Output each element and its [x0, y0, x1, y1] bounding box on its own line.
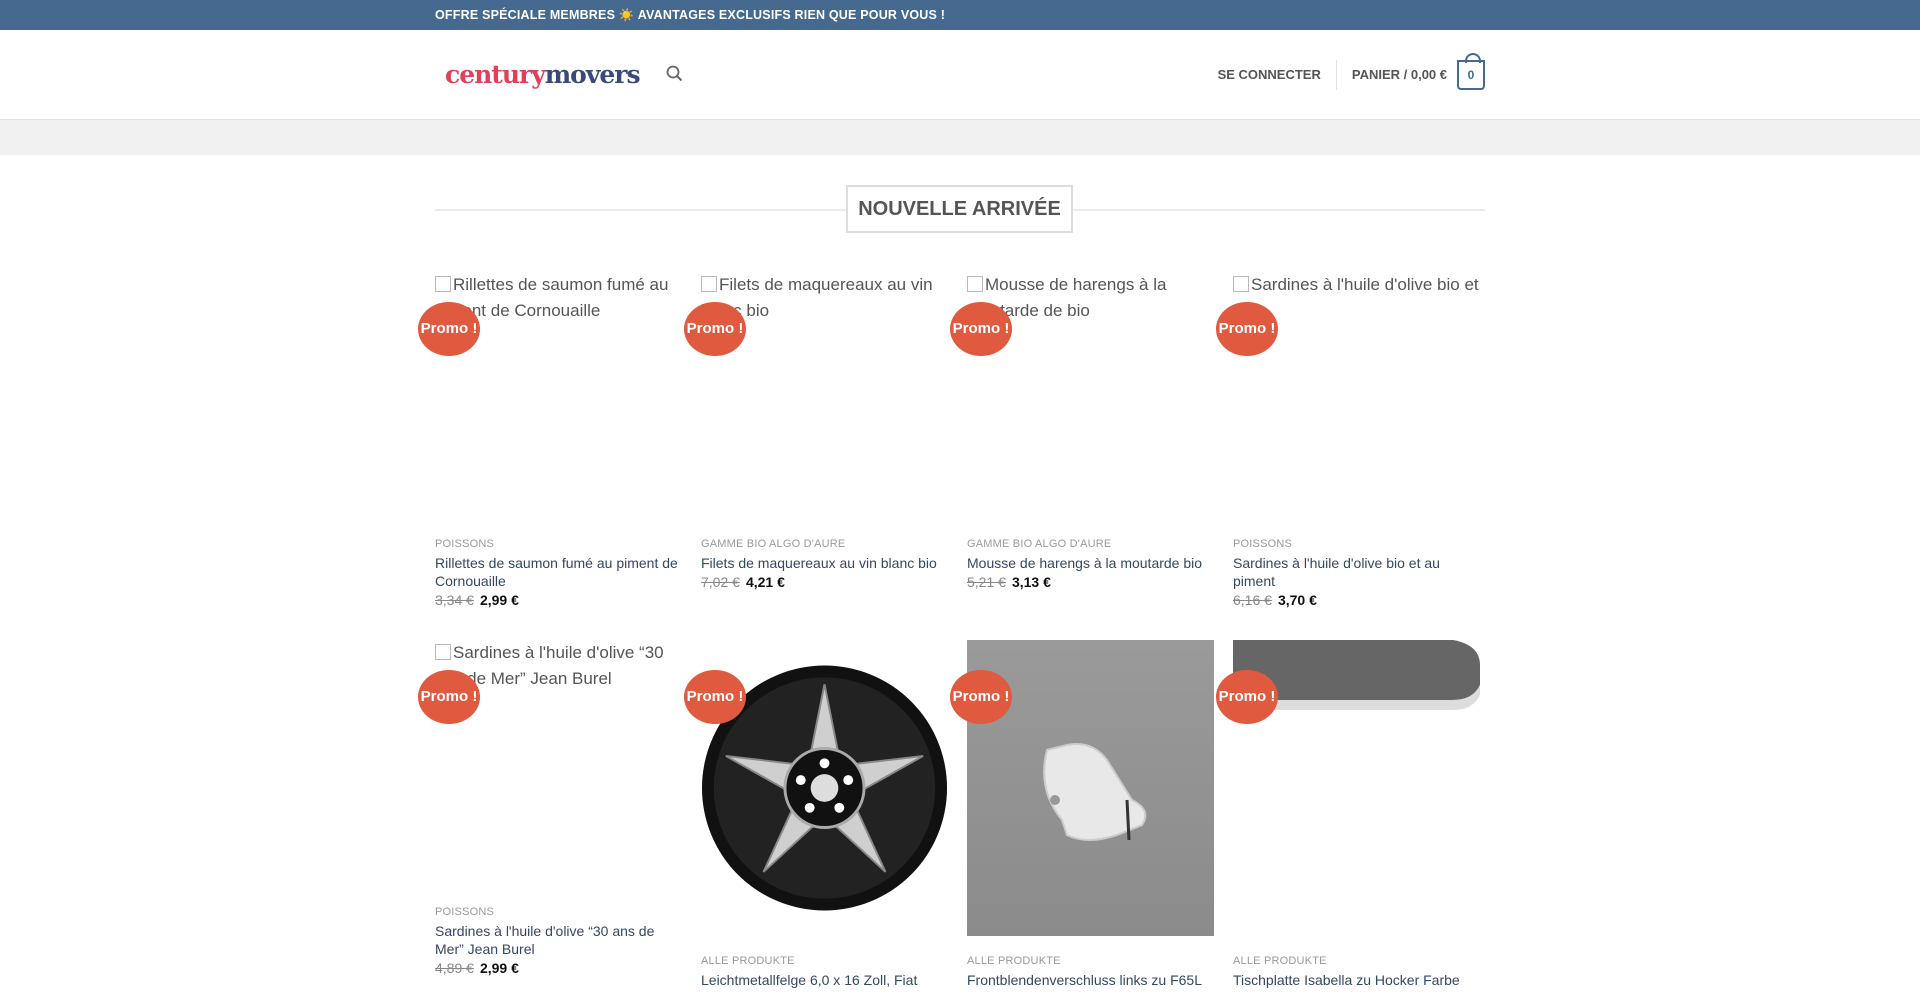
product-grid: Rillettes de saumon fumé au piment de Co… [418, 272, 1495, 993]
cart-link[interactable]: PANIER / 0,00 € [1337, 60, 1447, 90]
product-name[interactable]: Leichtmetallfelge 6,0 x 16 Zoll, Fiat Du… [701, 971, 947, 993]
product-card[interactable]: Sardines à l'huile d'olive “30 ans de Me… [418, 640, 691, 993]
cart-count-icon[interactable]: 0 [1457, 53, 1485, 90]
product-card[interactable]: Sardines à l'huile d'olive bio et au Pro… [1216, 272, 1489, 640]
product-name[interactable]: Sardines à l'huile d'olive bio et au pim… [1233, 554, 1479, 590]
product-card[interactable]: Promo ! ALLE PRODUKTE Frontblendenversch… [950, 640, 1223, 993]
sale-price: 2,99 € [479, 592, 519, 608]
product-category[interactable]: GAMME BIO ALGO D'AURE [967, 538, 1213, 550]
promo-badge: Promo ! [418, 302, 480, 356]
broken-image-icon [967, 276, 983, 292]
product-price: 5,21 € 3,13 € [967, 574, 1213, 590]
topbar-text: OFFRE SPÉCIALE MEMBRES ☀️ AVANTAGES EXCL… [435, 8, 946, 22]
product-name[interactable]: Tischplatte Isabella zu Hocker Farbe dun… [1233, 971, 1479, 993]
logo-part-1: century [445, 60, 546, 89]
section-title: NOUVELLE ARRIVÉE [846, 185, 1073, 233]
product-category[interactable]: POISSONS [1233, 538, 1479, 550]
product-name[interactable]: Frontblendenverschluss links zu F65L Tit… [967, 971, 1213, 993]
login-link[interactable]: SE CONNECTER [1218, 60, 1337, 90]
product-category[interactable]: ALLE PRODUKTE [1233, 955, 1479, 967]
product-category[interactable]: POISSONS [435, 538, 681, 550]
product-price: 3,34 € 2,99 € [435, 592, 681, 608]
promo-badge: Promo ! [1216, 670, 1278, 724]
promo-badge: Promo ! [684, 670, 746, 724]
promo-badge: Promo ! [950, 670, 1012, 724]
broken-image-icon [435, 276, 451, 292]
product-image[interactable]: Sardines à l'huile d'olive “30 ans de Me… [435, 640, 682, 887]
product-image[interactable]: Rillettes de saumon fumé au piment de Co… [435, 272, 682, 519]
product-image[interactable]: Mousse de harengs à la moutarde de bio [967, 272, 1214, 519]
old-price: 6,16 € [1233, 592, 1272, 608]
product-price: 6,16 € 3,70 € [1233, 592, 1479, 608]
product-category[interactable]: ALLE PRODUKTE [701, 955, 947, 967]
promo-topbar: OFFRE SPÉCIALE MEMBRES ☀️ AVANTAGES EXCL… [0, 0, 1920, 30]
broken-image-icon [1233, 276, 1249, 292]
old-price: 4,89 € [435, 960, 474, 976]
section-header: NOUVELLE ARRIVÉE [435, 185, 1485, 235]
product-category[interactable]: GAMME BIO ALGO D'AURE [701, 538, 947, 550]
broken-image-icon [435, 644, 451, 660]
promo-badge: Promo ! [418, 670, 480, 724]
product-name[interactable]: Rillettes de saumon fumé au piment de Co… [435, 554, 681, 590]
sale-price: 4,21 € [745, 574, 785, 590]
sale-price: 2,99 € [479, 960, 519, 976]
product-card[interactable]: Promo ! ALLE PRODUKTE Tischplatte Isabel… [1216, 640, 1489, 993]
product-name[interactable]: Mousse de harengs à la moutarde bio [967, 554, 1213, 572]
product-image[interactable]: Sardines à l'huile d'olive bio et au [1233, 272, 1480, 519]
promo-badge: Promo ! [1216, 302, 1278, 356]
product-card[interactable]: Promo ! ALLE PRODUKTE Leichtmetallfelge … [684, 640, 957, 993]
product-price: 7,02 € 4,21 € [701, 574, 947, 590]
site-header: centurymovers SE CONNECTER PANIER / 0,00… [0, 30, 1920, 120]
product-price: 4,89 € 2,99 € [435, 960, 681, 976]
product-image[interactable]: Filets de maquereaux au vin blanc bio [701, 272, 948, 519]
product-card[interactable]: Mousse de harengs à la moutarde de bio P… [950, 272, 1223, 640]
product-card[interactable]: Rillettes de saumon fumé au piment de Co… [418, 272, 691, 640]
product-name[interactable]: Sardines à l'huile d'olive “30 ans de Me… [435, 922, 681, 958]
account-nav: SE CONNECTER PANIER / 0,00 € 0 [1218, 53, 1485, 93]
product-card[interactable]: Filets de maquereaux au vin blanc bio Pr… [684, 272, 957, 640]
promo-badge: Promo ! [950, 302, 1012, 356]
old-price: 5,21 € [967, 574, 1006, 590]
site-logo[interactable]: centurymovers [445, 60, 641, 89]
logo-part-2: movers [544, 60, 641, 89]
sale-price: 3,70 € [1277, 592, 1317, 608]
old-price: 7,02 € [701, 574, 740, 590]
grey-band [0, 120, 1920, 155]
product-name[interactable]: Filets de maquereaux au vin blanc bio [701, 554, 947, 572]
search-icon[interactable] [665, 64, 685, 84]
old-price: 3,34 € [435, 592, 474, 608]
promo-badge: Promo ! [684, 302, 746, 356]
broken-image-icon [701, 276, 717, 292]
product-category[interactable]: POISSONS [435, 906, 681, 918]
product-category[interactable]: ALLE PRODUKTE [967, 955, 1213, 967]
sale-price: 3,13 € [1011, 574, 1051, 590]
